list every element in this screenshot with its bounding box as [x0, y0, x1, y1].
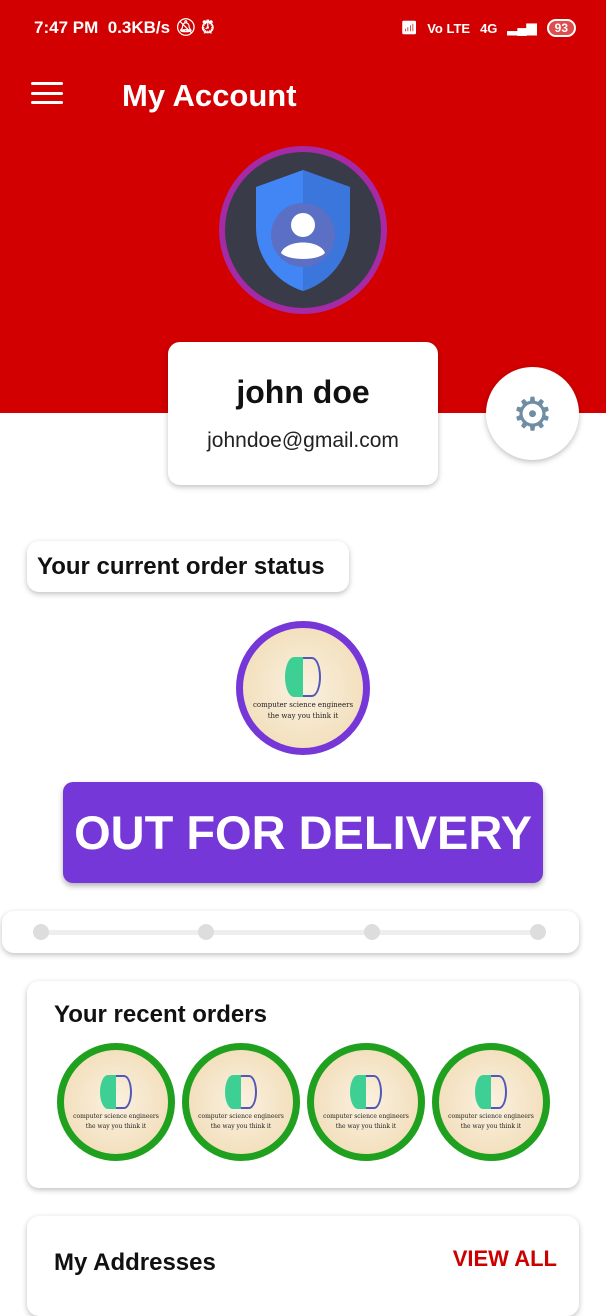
settings-button[interactable]: ⚙: [486, 367, 579, 460]
brain-icon: [285, 656, 321, 697]
brain-icon: [100, 1074, 132, 1109]
logo-tagline: the way you think it: [460, 1122, 522, 1130]
signal-icon-2: ▂▄▆: [507, 20, 537, 35]
volte-icon: Vo LTE: [427, 20, 471, 36]
logo-tagline: the way you think it: [85, 1122, 147, 1130]
logo-tagline: the way you think it: [335, 1122, 397, 1130]
network-speed: 0.3KB/s: [107, 18, 171, 37]
order-progress-tracker: [2, 911, 579, 953]
addresses-title: My Addresses: [54, 1249, 216, 1276]
mute-icon: 🔕︎: [174, 18, 197, 37]
recent-orders-title: Your recent orders: [54, 1001, 267, 1028]
progress-step: [530, 924, 546, 940]
progress-step: [33, 924, 49, 940]
status-bar: 7:47 PM 0.3KB/s 🔕︎ ⏰︎ 📶︎ Vo LTE 4G ▂▄▆ 93: [34, 18, 576, 38]
current-order-logo[interactable]: computer science engineers the way you t…: [236, 621, 370, 755]
recent-order-item[interactable]: computer science engineers the way you th…: [182, 1043, 300, 1161]
signal-icon: 4G: [480, 20, 498, 36]
addresses-card: My Addresses VIEW ALL: [27, 1216, 579, 1316]
view-all-button[interactable]: VIEW ALL: [453, 1246, 557, 1272]
user-email: johndoe@gmail.com: [207, 429, 399, 452]
recent-order-item[interactable]: computer science engineers the way you th…: [57, 1043, 175, 1161]
battery-icon: 93: [546, 19, 576, 37]
profile-card: john doe johndoe@gmail.com: [168, 342, 438, 485]
delivery-status-banner: OUT FOR DELIVERY: [63, 782, 543, 883]
logo-text: computer science engineers: [198, 1112, 284, 1120]
avatar[interactable]: [219, 146, 387, 314]
recent-order-item[interactable]: computer science engineers the way you th…: [307, 1043, 425, 1161]
shield-user-icon: [256, 170, 350, 291]
logo-tagline: the way you think it: [210, 1122, 272, 1130]
wifi-icon: 📶︎: [400, 20, 418, 35]
brain-icon: [475, 1074, 507, 1109]
brain-icon: [225, 1074, 257, 1109]
user-name: john doe: [236, 374, 370, 410]
progress-step: [198, 924, 214, 940]
alarm-icon: ⏰︎: [201, 18, 215, 37]
menu-icon[interactable]: [31, 82, 63, 104]
recent-order-item[interactable]: computer science engineers the way you th…: [432, 1043, 550, 1161]
page-title: My Account: [122, 78, 297, 113]
logo-text: computer science engineers: [448, 1112, 534, 1120]
time: 7:47 PM: [34, 18, 99, 37]
logo-text: computer science engineers: [323, 1112, 409, 1120]
progress-step: [364, 924, 380, 940]
recent-orders-card: Your recent orders computer science engi…: [27, 981, 579, 1188]
logo-tagline: the way you think it: [267, 711, 339, 720]
logo-text: computer science engineers: [252, 700, 354, 709]
order-status-label: Your current order status: [27, 541, 349, 592]
logo-text: computer science engineers: [73, 1112, 159, 1120]
gear-icon: ⚙: [511, 387, 554, 440]
brain-icon: [350, 1074, 382, 1109]
